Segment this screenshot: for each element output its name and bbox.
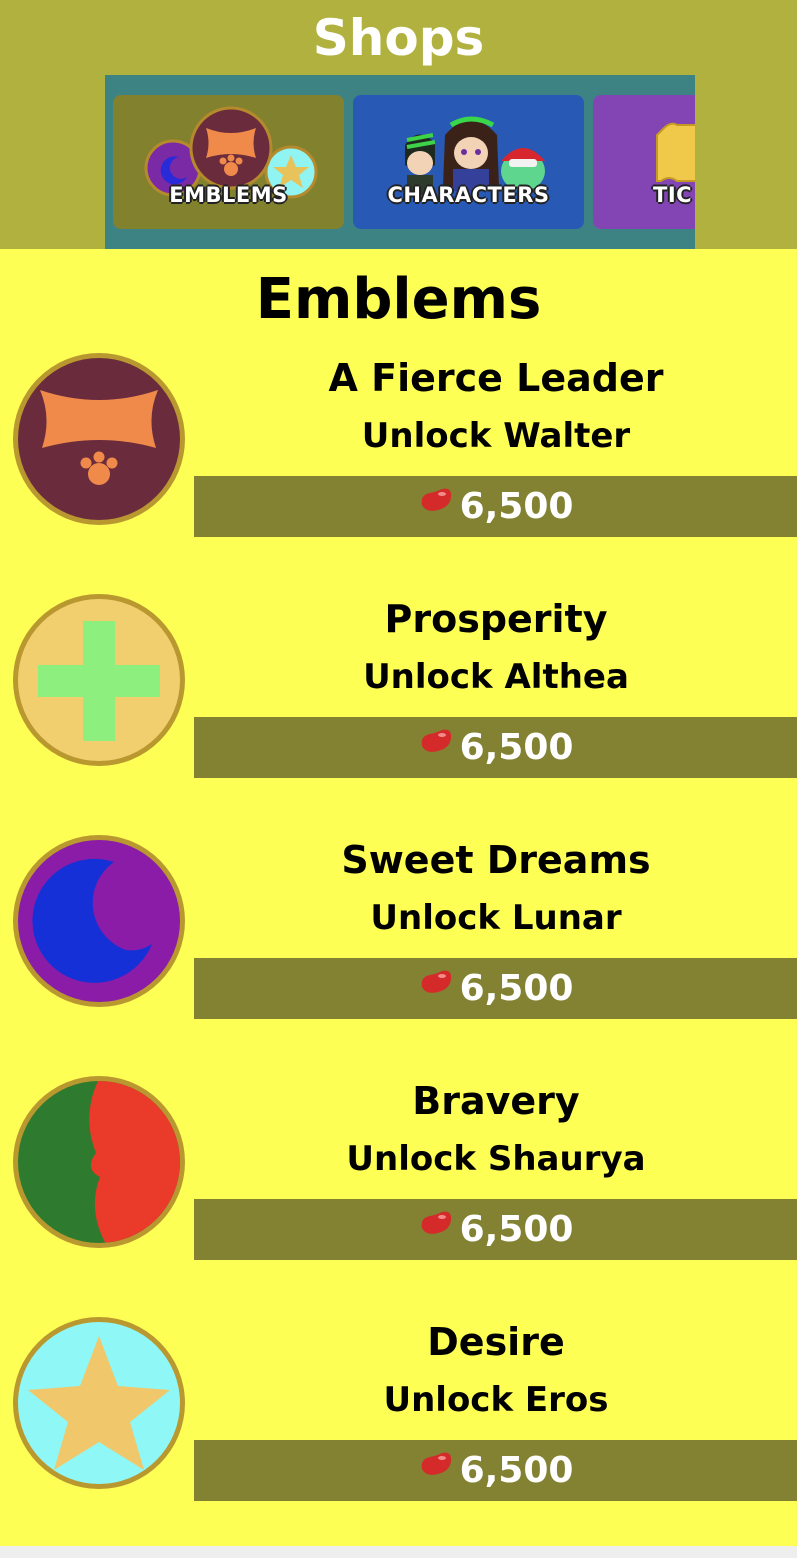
emblem-name: Desire (427, 1320, 565, 1364)
emblem-unlock-text: Unlock Shaurya (346, 1139, 646, 1179)
tab-emblems[interactable]: EMBLEMS (113, 95, 344, 229)
green-cross-emblem-icon (13, 594, 185, 766)
jelly-bean-icon (421, 488, 451, 511)
emblems-tab-art-icon (144, 106, 318, 199)
tab-characters-label: CHARACTERS (387, 183, 550, 207)
crescent-moon-emblem-icon (13, 835, 185, 1007)
emblem-unlock-text: Unlock Eros (383, 1380, 609, 1420)
buy-button[interactable]: 6,500 (194, 958, 797, 1019)
emblem-name: Prosperity (384, 597, 608, 641)
emblem-unlock-text: Unlock Althea (363, 657, 629, 697)
emblem-item: Desire Unlock Eros 6,500 (0, 1314, 797, 1514)
bottom-divider (0, 1546, 797, 1558)
red-green-split-emblem-icon (13, 1076, 185, 1248)
price-label: 6,500 (459, 727, 574, 768)
price-label: 6,500 (459, 1209, 574, 1250)
price-label: 6,500 (459, 486, 574, 527)
tab-characters[interactable]: CHARACTERS (353, 95, 584, 229)
tab-tickets-label: TIC (653, 183, 693, 207)
section-title: Emblems (255, 267, 542, 332)
jelly-bean-icon (421, 1452, 451, 1475)
price-label: 6,500 (459, 1450, 574, 1491)
emblem-name: Bravery (412, 1079, 580, 1123)
star-emblem-icon (13, 1317, 185, 1489)
emblem-item: Bravery Unlock Shaurya 6,500 (0, 1073, 797, 1273)
ticket-icon (656, 122, 695, 182)
jelly-bean-icon (421, 970, 451, 993)
buy-button[interactable]: 6,500 (194, 1440, 797, 1501)
buy-button[interactable]: 6,500 (194, 717, 797, 778)
jelly-bean-icon (421, 1211, 451, 1234)
buy-button[interactable]: 6,500 (194, 476, 797, 537)
tab-emblems-label: EMBLEMS (169, 183, 288, 207)
beard-paw-emblem-icon (13, 353, 185, 525)
emblem-item: Sweet Dreams Unlock Lunar 6,500 (0, 832, 797, 1032)
emblem-item: Prosperity Unlock Althea 6,500 (0, 591, 797, 791)
page-title: Shops (312, 9, 485, 67)
shop-tab-strip[interactable]: EMBLEMS CHARACTERS TIC (105, 75, 695, 249)
emblem-name: A Fierce Leader (328, 356, 664, 400)
tab-tickets[interactable]: TIC (593, 95, 695, 229)
emblem-name: Sweet Dreams (341, 838, 651, 882)
emblem-unlock-text: Unlock Lunar (370, 898, 622, 938)
shops-header: Shops EMBLEMS CHARACTERS TIC (0, 0, 797, 249)
emblem-item: A Fierce Leader Unlock Walter 6,500 (0, 350, 797, 550)
price-label: 6,500 (459, 968, 574, 1009)
jelly-bean-icon (421, 729, 451, 752)
buy-button[interactable]: 6,500 (194, 1199, 797, 1260)
emblem-unlock-text: Unlock Walter (361, 416, 631, 456)
characters-tab-art-icon (405, 116, 545, 195)
